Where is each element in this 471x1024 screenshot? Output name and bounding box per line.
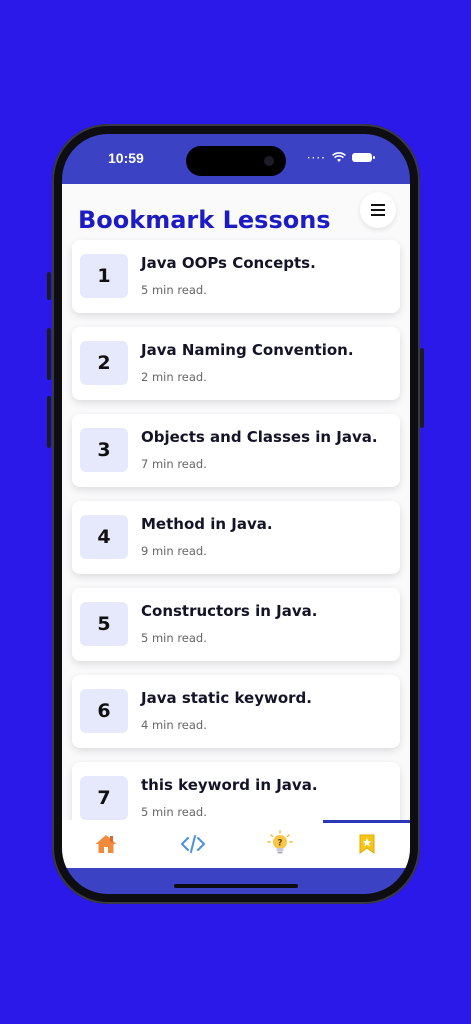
phone-silent-switch <box>47 272 51 300</box>
bookmark-icon <box>359 834 374 854</box>
page-title: Bookmark Lessons <box>78 206 331 234</box>
dynamic-island <box>186 146 286 176</box>
lesson-number: 4 <box>80 515 128 559</box>
home-icon <box>95 835 116 853</box>
lesson-title: Constructors in Java. <box>141 602 318 620</box>
lesson-title: Method in Java. <box>141 515 273 533</box>
lesson-title: Java Naming Convention. <box>141 341 354 359</box>
lesson-title: Objects and Classes in Java. <box>141 428 378 446</box>
lesson-number: 2 <box>80 341 128 385</box>
lesson-read-time: 5 min read. <box>141 283 207 297</box>
lesson-read-time: 7 min read. <box>141 457 207 471</box>
lesson-card[interactable]: 2 Java Naming Convention. 2 min read. <box>72 327 400 400</box>
hamburger-icon-line <box>371 214 385 216</box>
lesson-card[interactable]: 3 Objects and Classes in Java. 7 min rea… <box>72 414 400 487</box>
lesson-number: 7 <box>80 776 128 820</box>
lesson-number: 5 <box>80 602 128 646</box>
app-content: Bookmark Lessons 1 Java OOPs Concepts. 5… <box>62 184 410 820</box>
lesson-card[interactable]: 5 Constructors in Java. 5 min read. <box>72 588 400 661</box>
lesson-card[interactable]: 1 Java OOPs Concepts. 5 min read. <box>72 240 400 313</box>
quiz-bulb-icon: ? <box>266 830 293 854</box>
lesson-read-time: 2 min read. <box>141 370 207 384</box>
home-indicator <box>174 884 298 888</box>
phone-frame: 10:59 ···· Bookmark Lessons 1 Java OOPs … <box>52 124 420 904</box>
bottom-tab-bar: ? <box>62 820 410 868</box>
lesson-number: 1 <box>80 254 128 298</box>
lesson-card[interactable]: 7 this keyword in Java. 5 min read. <box>72 762 400 820</box>
phone-power-button <box>420 348 424 428</box>
lesson-card[interactable]: 4 Method in Java. 9 min read. <box>72 501 400 574</box>
battery-icon <box>352 153 375 162</box>
tab-home[interactable] <box>62 820 149 868</box>
menu-button[interactable] <box>360 192 396 228</box>
tab-code[interactable] <box>149 820 236 868</box>
tab-quiz[interactable]: ? <box>236 820 323 868</box>
status-bar: 10:59 ···· <box>62 134 410 184</box>
lesson-read-time: 5 min read. <box>141 805 207 819</box>
lesson-number: 3 <box>80 428 128 472</box>
lesson-read-time: 5 min read. <box>141 631 207 645</box>
signal-dots-icon: ···· <box>306 150 326 165</box>
svg-text:?: ? <box>277 839 282 849</box>
phone-volume-up <box>47 328 51 380</box>
camera-dot <box>264 156 274 166</box>
phone-screen: 10:59 ···· Bookmark Lessons 1 Java OOPs … <box>62 134 410 894</box>
phone-volume-down <box>47 396 51 448</box>
status-time: 10:59 <box>108 150 144 166</box>
status-icons: ···· <box>306 150 375 165</box>
lesson-read-time: 4 min read. <box>141 718 207 732</box>
lesson-title: Java OOPs Concepts. <box>141 254 316 272</box>
lesson-title: Java static keyword. <box>141 689 312 707</box>
tab-bookmarks[interactable] <box>323 820 410 868</box>
lesson-number: 6 <box>80 689 128 733</box>
lesson-title: this keyword in Java. <box>141 776 318 794</box>
hamburger-icon-line <box>371 209 385 211</box>
lesson-read-time: 9 min read. <box>141 544 207 558</box>
hamburger-icon-line <box>371 204 385 206</box>
wifi-icon <box>332 152 346 162</box>
lesson-card[interactable]: 6 Java static keyword. 4 min read. <box>72 675 400 748</box>
code-icon <box>180 835 205 853</box>
